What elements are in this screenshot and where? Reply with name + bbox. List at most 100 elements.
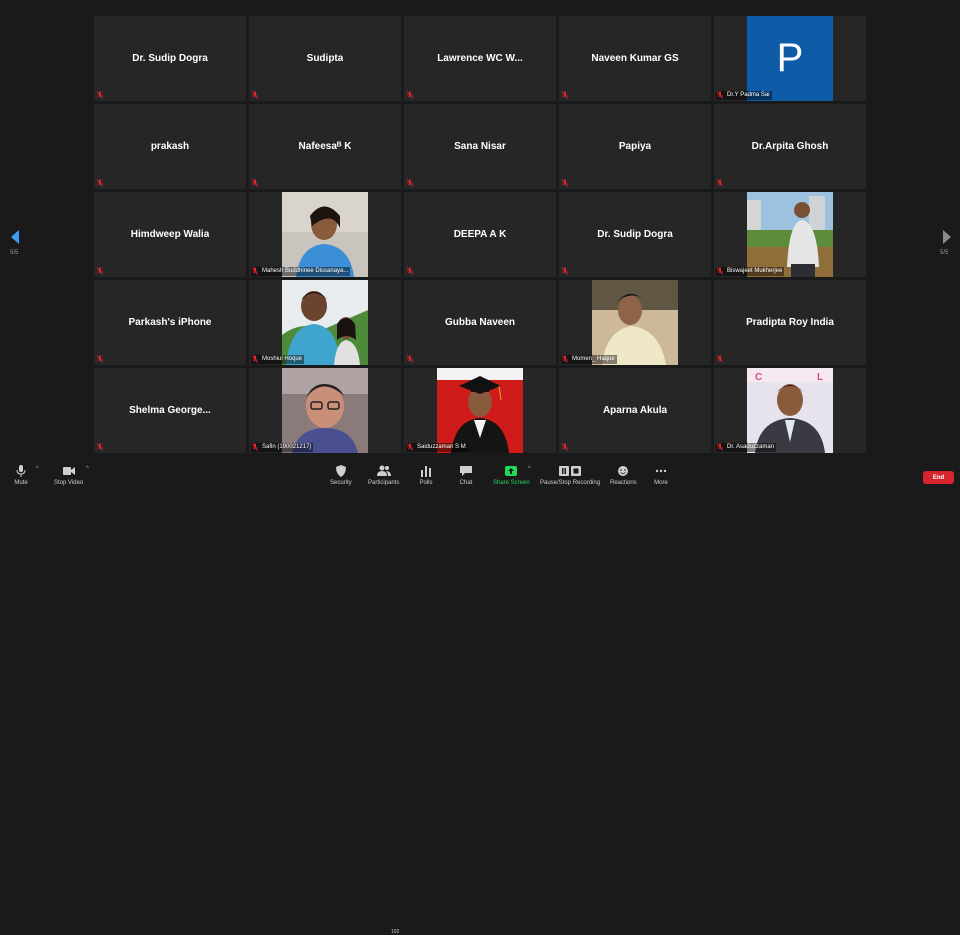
participant-tile[interactable]: Dr. Sudip Dogra: [94, 16, 246, 101]
mute-label: Mute: [14, 480, 28, 486]
reactions-label: Reactions: [610, 480, 637, 486]
polls-icon: [421, 466, 431, 477]
muted-microphone-icon: [406, 267, 414, 275]
muted-microphone-icon: [561, 443, 569, 451]
share-screen-label: Share Screen: [493, 480, 530, 486]
svg-text:C: C: [755, 372, 762, 383]
muted-microphone-icon: [251, 267, 259, 275]
participant-tile[interactable]: Nafeesaᴮ K: [249, 104, 401, 189]
participant-tile[interactable]: Dr. Sudip Dogra: [559, 192, 711, 277]
participant-caption: Saiduzzaman S M: [406, 443, 468, 452]
participant-tile[interactable]: Papiya: [559, 104, 711, 189]
participant-photo: [282, 192, 368, 277]
participant-name: Sana Nisar: [454, 141, 506, 152]
share-screen-button[interactable]: Share Screen: [493, 465, 530, 486]
participant-tile[interactable]: Naveen Kumar GS: [559, 16, 711, 101]
participant-name: Nafeesaᴮ K: [298, 141, 352, 152]
participant-photo: [592, 280, 678, 365]
reactions-button[interactable]: Reactions: [610, 465, 637, 486]
participant-caption: Biswajeet Mukherjee: [716, 267, 785, 276]
participant-tile[interactable]: Dr.Arpita Ghosh: [714, 104, 866, 189]
share-screen-icon: [505, 466, 518, 476]
participant-tile[interactable]: Safin (190021217): [249, 368, 401, 453]
stop-video-label: Stop Video: [54, 480, 84, 486]
participant-name: Pradipta Roy India: [746, 317, 834, 328]
participant-video: [282, 192, 368, 277]
participants-label: Participants: [368, 480, 400, 486]
polls-button[interactable]: Polls: [419, 465, 433, 486]
pause-stop-icon: [559, 466, 582, 476]
participant-tile[interactable]: Sana Nisar: [404, 104, 556, 189]
more-label: More: [654, 480, 668, 486]
participant-name: Shelma George...: [129, 405, 211, 416]
video-options-caret[interactable]: ^: [86, 466, 89, 472]
participant-video: [437, 368, 523, 453]
participant-tile[interactable]: Momen_ Haque: [559, 280, 711, 365]
participant-tile[interactable]: Shelma George...: [94, 368, 246, 453]
participant-caption: Momen_ Haque: [561, 355, 617, 364]
mute-button[interactable]: Mute: [14, 465, 28, 486]
muted-microphone-icon: [716, 91, 724, 99]
recording-label: Pause/Stop Recording: [540, 480, 601, 486]
pause-stop-recording-button[interactable]: Pause/Stop Recording: [540, 465, 600, 486]
muted-microphone-icon: [96, 179, 104, 187]
participant-name: prakash: [150, 141, 190, 152]
participant-name: Parkash's iPhone: [128, 317, 212, 328]
participant-tile[interactable]: Biswajeet Mukherjee: [714, 192, 866, 277]
participants-button[interactable]: Participants: [368, 465, 399, 486]
participant-photo: [282, 368, 368, 453]
muted-microphone-icon: [561, 179, 569, 187]
polls-label: Polls: [419, 480, 433, 486]
muted-microphone-icon: [406, 443, 414, 451]
muted-microphone-icon: [96, 443, 104, 451]
participant-tile[interactable]: Himdweep Walia: [94, 192, 246, 277]
smiley-icon: [618, 466, 629, 476]
participants-icon: [376, 465, 391, 476]
muted-microphone-icon: [561, 355, 569, 363]
muted-microphone-icon: [96, 91, 104, 99]
next-page-icon[interactable]: [940, 229, 954, 245]
participant-tile[interactable]: Moshiul Hoque: [249, 280, 401, 365]
share-options-caret[interactable]: ^: [528, 466, 531, 472]
participant-tile[interactable]: C L Dr. Asaduzzaman: [714, 368, 866, 453]
more-dots-icon: [655, 469, 667, 473]
participant-tile[interactable]: Parkash's iPhone: [94, 280, 246, 365]
muted-microphone-icon: [251, 179, 259, 187]
participant-tile[interactable]: Lawrence WC W...: [404, 16, 556, 101]
participant-video: [592, 280, 678, 365]
participant-tile[interactable]: prakash: [94, 104, 246, 189]
chat-icon: [460, 466, 472, 476]
participant-name: Sudipta: [306, 53, 344, 64]
participant-tile[interactable]: Aparna Akula: [559, 368, 711, 453]
participant-photo: [747, 192, 833, 277]
participant-caption: Safin (190021217): [251, 443, 314, 452]
participant-caption: Dr.Y Padma Sai: [716, 91, 772, 100]
participant-name: Aparna Akula: [602, 405, 668, 416]
security-button[interactable]: Security: [330, 465, 352, 486]
shield-icon: [335, 465, 346, 477]
muted-microphone-icon: [251, 355, 259, 363]
participant-tile[interactable]: Pradipta Roy India: [714, 280, 866, 365]
chat-button[interactable]: Chat: [459, 465, 473, 486]
participant-tile[interactable]: P Dr.Y Padma Sai: [714, 16, 866, 101]
participant-tile[interactable]: Saiduzzaman S M: [404, 368, 556, 453]
participant-name: DEEPA A K: [453, 229, 507, 240]
more-button[interactable]: More: [654, 465, 668, 486]
participant-name: Dr. Sudip Dogra: [132, 53, 208, 64]
participant-caption: Mahesh Buddhinee Dissanaya...: [251, 267, 351, 276]
muted-microphone-icon: [406, 355, 414, 363]
muted-microphone-icon: [96, 267, 104, 275]
muted-microphone-icon: [251, 91, 259, 99]
end-meeting-button[interactable]: End: [923, 471, 954, 484]
participant-tile[interactable]: DEEPA A K: [404, 192, 556, 277]
participant-tile[interactable]: Mahesh Buddhinee Dissanaya...: [249, 192, 401, 277]
muted-microphone-icon: [251, 443, 259, 451]
participant-tile[interactable]: Sudipta: [249, 16, 401, 101]
stop-video-button[interactable]: Stop Video: [54, 465, 83, 486]
participant-tile[interactable]: Gubba Naveen: [404, 280, 556, 365]
audio-options-caret[interactable]: ^: [36, 466, 39, 472]
participant-name: Lawrence WC W...: [437, 53, 523, 64]
page-indicator-right: 5/5: [940, 250, 949, 256]
participant-video: [282, 368, 368, 453]
previous-page-icon[interactable]: [8, 229, 22, 245]
